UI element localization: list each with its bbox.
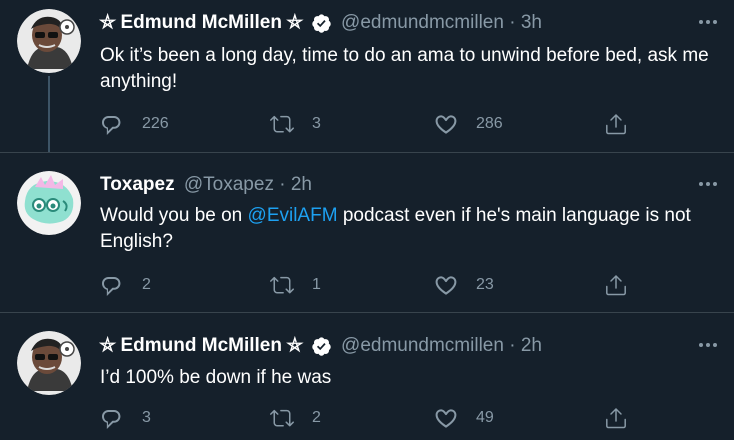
- separator-dot: ·: [279, 174, 286, 195]
- share-icon: [606, 275, 626, 296]
- reply-button[interactable]: 2: [100, 271, 151, 299]
- tweet-header: ⛦ Edmund McMillen ⛦ @edmundmcmillen · 3h: [100, 11, 542, 35]
- reply-count: 3: [142, 409, 151, 426]
- timestamp[interactable]: 2h: [521, 334, 542, 358]
- reply-button[interactable]: 3: [100, 404, 151, 432]
- tweet-3[interactable]: ⛦ Edmund McMillen ⛦ @edmundmcmillen · 2h…: [0, 312, 734, 440]
- retweet-button[interactable]: 3: [270, 110, 321, 138]
- retweet-button[interactable]: 1: [270, 271, 321, 299]
- separator-dot: ·: [509, 335, 516, 356]
- verified-badge-icon: [312, 336, 331, 356]
- share-button[interactable]: [604, 404, 628, 432]
- reply-icon: [102, 116, 121, 135]
- author-name[interactable]: ⛦ Edmund McMillen ⛦: [100, 11, 302, 35]
- retweet-icon: [270, 409, 294, 427]
- reply-button[interactable]: 226: [100, 110, 169, 138]
- tweet-text-start: Would you be on: [100, 205, 248, 226]
- reply-count: 2: [142, 276, 151, 293]
- like-button[interactable]: 23: [434, 271, 494, 299]
- heart-icon: [435, 115, 457, 134]
- retweet-icon: [270, 276, 294, 294]
- avatar[interactable]: [17, 9, 81, 73]
- like-button[interactable]: 49: [434, 404, 494, 432]
- share-button[interactable]: [604, 271, 628, 299]
- author-handle[interactable]: @edmundmcmillen: [341, 334, 504, 358]
- avatar[interactable]: [17, 171, 81, 235]
- reply-count: 226: [142, 115, 169, 132]
- more-icon[interactable]: [696, 12, 720, 32]
- like-count: 23: [476, 276, 494, 293]
- retweet-count: 1: [312, 276, 321, 293]
- tweet-text: I’d 100% be down if he was: [100, 367, 332, 388]
- retweet-icon: [270, 115, 294, 133]
- share-icon: [606, 114, 626, 135]
- thread-line: [48, 76, 50, 152]
- like-count: 49: [476, 409, 494, 426]
- retweet-count: 3: [312, 115, 321, 132]
- tweet-actions: 226 3 286: [100, 110, 640, 138]
- mention-link[interactable]: @EvilAFM: [248, 205, 338, 226]
- author-handle[interactable]: @edmundmcmillen: [341, 11, 504, 35]
- share-icon: [606, 408, 626, 429]
- author-name[interactable]: Toxapez: [100, 173, 175, 197]
- tweet-2[interactable]: Toxapez @Toxapez · 2h Would you be on @E…: [0, 152, 734, 312]
- more-icon[interactable]: [696, 335, 720, 355]
- reply-icon: [102, 410, 121, 429]
- separator-dot: ·: [509, 12, 516, 33]
- author-name[interactable]: ⛦ Edmund McMillen ⛦: [100, 334, 302, 358]
- tweet-header: Toxapez @Toxapez · 2h: [100, 173, 312, 197]
- like-count: 286: [476, 115, 503, 132]
- retweet-button[interactable]: 2: [270, 404, 321, 432]
- tweet-text: Would you be on @EvilAFM podcast even if…: [100, 203, 720, 255]
- heart-icon: [435, 409, 457, 428]
- reply-icon: [102, 277, 121, 296]
- like-button[interactable]: 286: [434, 110, 503, 138]
- tweet-1[interactable]: ⛦ Edmund McMillen ⛦ @edmundmcmillen · 3h…: [0, 0, 734, 152]
- retweet-count: 2: [312, 409, 321, 426]
- more-icon[interactable]: [696, 174, 720, 194]
- tweet-actions: 2 1 23: [100, 271, 640, 299]
- tweet-text: Ok it’s been a long day, time to do an a…: [100, 45, 709, 92]
- tweet-header: ⛦ Edmund McMillen ⛦ @edmundmcmillen · 2h: [100, 334, 542, 358]
- author-handle[interactable]: @Toxapez: [184, 173, 274, 197]
- verified-badge-icon: [312, 13, 331, 33]
- heart-icon: [435, 276, 457, 295]
- tweet-actions: 3 2 49: [100, 404, 640, 432]
- share-button[interactable]: [604, 110, 628, 138]
- timestamp[interactable]: 2h: [291, 173, 312, 197]
- timestamp[interactable]: 3h: [521, 11, 542, 35]
- avatar[interactable]: [17, 331, 81, 395]
